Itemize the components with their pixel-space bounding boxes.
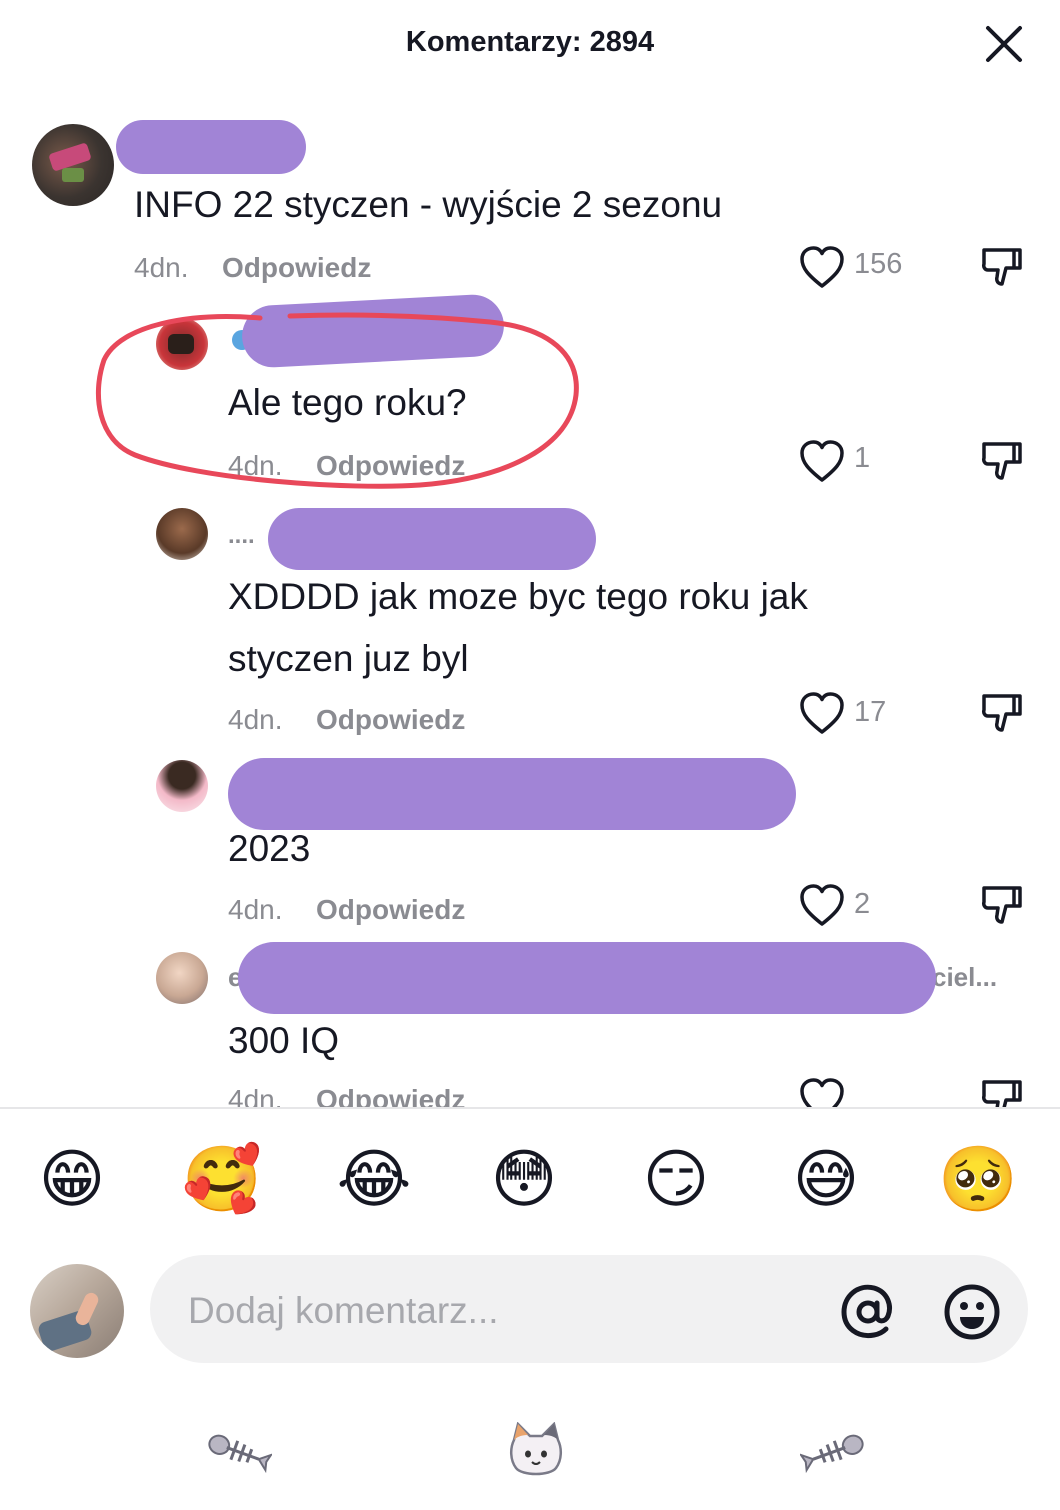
dislike-button[interactable] [980, 690, 1024, 736]
like-button[interactable] [798, 882, 846, 928]
avatar[interactable] [156, 760, 208, 812]
username-redacted [268, 508, 596, 570]
dislike-button[interactable] [980, 882, 1024, 928]
thumbs-down-icon [982, 886, 1022, 924]
username-redacted [238, 942, 936, 1014]
thumbs-down-icon [982, 442, 1022, 480]
emoji-quick-joy[interactable]: 😂 [334, 1144, 414, 1216]
emoji-quick-sweat-smile[interactable]: 😅 [786, 1144, 866, 1216]
heart-outline-icon [800, 246, 844, 288]
reply-button[interactable]: Odpowiedz [316, 704, 465, 736]
thumbs-down-icon [982, 1080, 1022, 1107]
username-redacted [228, 758, 796, 830]
avatar[interactable] [156, 508, 208, 560]
heart-outline-icon [800, 692, 844, 734]
heart-outline-icon [800, 1078, 844, 1107]
comment-text: 2023 [228, 828, 311, 869]
emoji-quick-hearts[interactable]: 🥰 [182, 1144, 262, 1216]
comment-text: 300 IQ [228, 1020, 340, 1061]
emoji-quick-grin[interactable]: 😁 [32, 1144, 112, 1216]
avatar[interactable] [32, 124, 114, 206]
divider [0, 1107, 1060, 1109]
dislike-button[interactable] [980, 438, 1024, 484]
like-count: 17 [854, 696, 887, 728]
comment-time: 4dn. [134, 252, 189, 283]
username-suffix: ciel... [932, 962, 998, 992]
like-count: 1 [854, 442, 871, 474]
comment-text: INFO 22 styczen - wyjście 2 sezonu [134, 184, 723, 225]
close-icon [986, 26, 1022, 62]
like-button[interactable] [798, 1076, 846, 1107]
comment-text-line-1: XDDDD jak moze byc tego roku jak [228, 576, 808, 617]
emoji-quick-pleading[interactable]: 🥺 [938, 1144, 1018, 1216]
bottom-decor-bar [0, 1400, 1060, 1510]
username-prefix: .... [228, 522, 255, 549]
username-redacted [116, 120, 306, 174]
cat-face-icon[interactable] [508, 1422, 564, 1480]
avatar[interactable] [156, 952, 208, 1004]
mention-button[interactable] [838, 1282, 898, 1342]
comment-time: 4dn. [228, 1084, 283, 1107]
highlight-circle-annotation [95, 312, 579, 489]
dislike-button[interactable] [980, 1076, 1024, 1107]
fish-bone-right-icon[interactable] [800, 1428, 866, 1476]
heart-outline-icon [800, 884, 844, 926]
reply-button[interactable]: Odpowiedz [316, 894, 465, 926]
like-count: 156 [854, 248, 903, 280]
thumbs-down-icon [982, 694, 1022, 732]
comment-item: INFO 22 styczen - wyjście 2 sezonu 4dn. … [0, 110, 1060, 300]
close-button[interactable] [982, 22, 1026, 66]
current-user-avatar [30, 1264, 124, 1358]
comments-count-title: Komentarzy: 2894 [405, 26, 655, 58]
dislike-button[interactable] [980, 244, 1024, 290]
reply-comment-item: e ciel... 300 IQ 4dn. Odpowiedz [0, 940, 1060, 1107]
reply-button[interactable]: Odpowiedz [316, 1084, 465, 1107]
thumbs-down-icon [982, 248, 1022, 286]
like-button[interactable] [798, 244, 846, 290]
like-button[interactable] [798, 438, 846, 484]
comment-time: 4dn. [228, 894, 283, 925]
like-count: 2 [854, 888, 871, 920]
reply-button[interactable]: Odpowiedz [222, 252, 371, 284]
reply-comment-item: .... XDDDD jak moze byc tego roku jak st… [0, 500, 1060, 750]
heart-outline-icon [800, 440, 844, 482]
smiley-icon [944, 1284, 1000, 1340]
comment-input-placeholder[interactable]: Dodaj komentarz... [188, 1290, 499, 1332]
at-sign-icon [841, 1284, 892, 1339]
emoji-picker-button[interactable] [942, 1282, 1002, 1342]
like-button[interactable] [798, 690, 846, 736]
emoji-quick-smirk[interactable]: 😏 [636, 1144, 716, 1216]
comment-time: 4dn. [228, 704, 283, 735]
emoji-quick-flushed[interactable]: 😳 [484, 1144, 564, 1216]
reply-comment-item: 2023 4dn. Odpowiedz 2 [0, 750, 1060, 940]
fish-bone-left-icon[interactable] [206, 1428, 272, 1476]
comment-text-line-2: styczen juz byl [228, 638, 469, 679]
